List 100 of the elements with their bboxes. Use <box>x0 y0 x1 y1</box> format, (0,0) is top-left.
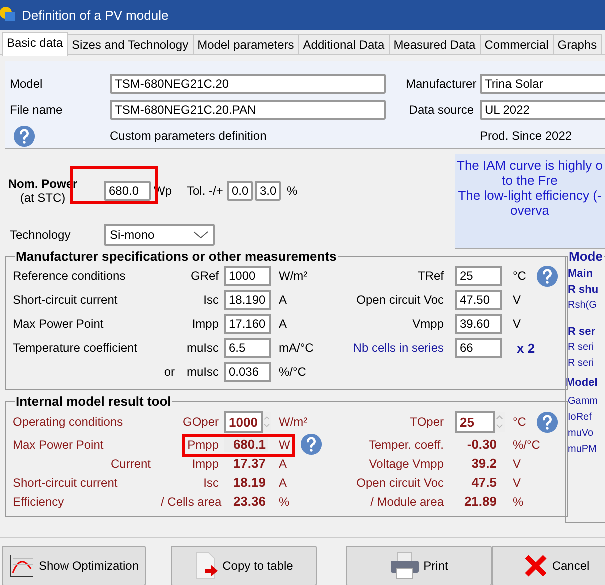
value-text: 680.1 <box>224 437 268 452</box>
note-text: Custom parameters definition <box>110 129 268 143</box>
group-title: Internal model result tool <box>15 394 172 409</box>
unit-label: A <box>279 476 288 490</box>
help-icon[interactable] <box>536 410 560 434</box>
tab[interactable]: Model parameters <box>192 34 300 54</box>
value-text: 18.19 <box>232 475 267 490</box>
value-text: 23.36 <box>232 494 267 509</box>
unit-label: V <box>513 476 522 490</box>
value-field[interactable]: 17.160 <box>224 314 271 334</box>
value-text: -0.30 <box>466 437 498 452</box>
parameter-label: Gamm <box>568 395 599 409</box>
value-field[interactable]: 18.190 <box>224 290 271 310</box>
value-field[interactable]: 1000 <box>224 411 263 433</box>
action-button[interactable]: Copy to table <box>171 546 317 585</box>
app-icon <box>0 7 16 23</box>
action-button[interactable]: Cancel <box>492 546 605 585</box>
unit-label: V <box>513 317 522 331</box>
symbol-label: / Cells area <box>161 494 222 508</box>
field-label: Manufacturer <box>406 77 478 91</box>
tab[interactable]: Measured Data <box>388 34 481 54</box>
tab[interactable]: Basic data <box>2 32 68 56</box>
row-label: / Module area <box>370 494 445 508</box>
production-text: Prod. Since 2022 <box>480 129 574 143</box>
tab[interactable]: Sizes and Technology <box>67 34 194 54</box>
value-field[interactable]: 25 <box>455 266 502 286</box>
technology-dropdown[interactable]: Si-mono <box>104 224 215 246</box>
unit-label: V <box>513 456 522 470</box>
row-label: Reference conditions <box>13 269 127 283</box>
tolerance-field[interactable]: 3.0 <box>255 181 281 201</box>
value-field[interactable]: 0.036 <box>224 362 271 382</box>
row-label: Max Power Point <box>13 317 105 331</box>
value-field[interactable]: 47.50 <box>455 290 502 310</box>
help-icon[interactable] <box>536 264 560 288</box>
close-icon <box>524 554 548 578</box>
document-arrow-icon <box>194 552 219 580</box>
symbol-label: muIsc <box>186 365 219 379</box>
parameter-label: R seri <box>568 357 596 371</box>
value-field[interactable]: 6.5 <box>224 338 271 358</box>
symbol-label: Impp <box>192 317 219 331</box>
symbol-label: muIsc <box>186 341 219 355</box>
unit-label: A <box>278 317 288 331</box>
row-label: Temperature coefficient <box>13 341 139 355</box>
help-icon[interactable] <box>300 433 324 456</box>
unit-label: W/m² <box>278 269 309 283</box>
model-field[interactable]: TSM-680NEG21C.20 <box>110 74 386 94</box>
stc-label: (at STC) <box>20 191 66 205</box>
tab[interactable]: Graphs <box>552 34 602 54</box>
row-label: Temper. coeff. <box>368 438 445 452</box>
field-label: Model <box>10 77 44 91</box>
row-label: Voltage Vmpp <box>368 456 445 470</box>
unit-label: mA/°C <box>278 341 315 355</box>
value-field[interactable]: 1000 <box>224 266 271 286</box>
field-label: Data source <box>408 103 475 117</box>
row-label: Open circuit Voc <box>356 476 445 490</box>
technology-label: Technology <box>9 228 72 242</box>
unit-label: % <box>286 184 299 198</box>
unit-label: A <box>278 293 288 307</box>
help-icon[interactable] <box>13 124 36 148</box>
unit-label: %/°C <box>278 365 308 379</box>
window-title: Definition of a PV module <box>22 8 169 22</box>
row-label: TOper <box>409 415 445 429</box>
value-text: 47.5 <box>470 475 498 490</box>
section-heading: Main <box>568 267 594 282</box>
unit-label: W/m² <box>279 415 308 429</box>
tolerance-field[interactable]: 0.0 <box>227 181 253 201</box>
manufacturer-field[interactable]: Trina Solar <box>480 74 605 94</box>
symbol-label: Impp <box>192 456 219 470</box>
unit-label: °C <box>513 269 526 283</box>
unit-label: V <box>513 293 522 307</box>
file-name-field[interactable]: TSM-680NEG21C.20.PAN <box>110 100 386 120</box>
tab[interactable]: Commercial <box>480 34 554 54</box>
action-button[interactable]: Show Optimization <box>2 546 146 585</box>
value-field[interactable]: 66 <box>455 338 502 358</box>
action-button[interactable]: Print <box>346 546 492 585</box>
value-field[interactable]: 25 <box>455 411 496 433</box>
row-label: Operating conditions <box>13 415 124 429</box>
curve-chart-icon <box>8 553 35 579</box>
symbol-label: Isc <box>204 293 219 307</box>
symbol-label: GOper <box>182 415 219 429</box>
parameter-label: muPM <box>568 443 598 457</box>
group-title: Manufacturer specifications or other measurements <box>15 249 338 264</box>
data-source-field[interactable]: UL 2022 <box>480 100 605 120</box>
info-text: The low-light efficiency (- <box>458 188 602 203</box>
value-field[interactable]: 39.60 <box>455 314 502 334</box>
symbol-label: GRef <box>190 269 219 283</box>
section-heading: R ser <box>568 325 597 340</box>
row-label: Efficiency <box>13 494 66 508</box>
symbol-label: Pmpp <box>188 438 219 452</box>
unit-label: A <box>279 456 288 470</box>
row-label: Open circuit Voc <box>356 293 445 307</box>
printer-icon <box>390 552 420 580</box>
row-label: Short-circuit current <box>13 476 119 490</box>
unit-label: % <box>279 494 290 508</box>
group-title: Mode <box>568 250 604 264</box>
row-label: Current <box>110 456 152 470</box>
nominal-power-field[interactable]: 680.0 <box>104 181 151 201</box>
parameter-label: Rsh(G <box>568 299 598 313</box>
parameter-label: muVo <box>568 427 595 441</box>
tab[interactable]: Additional Data <box>298 34 390 54</box>
